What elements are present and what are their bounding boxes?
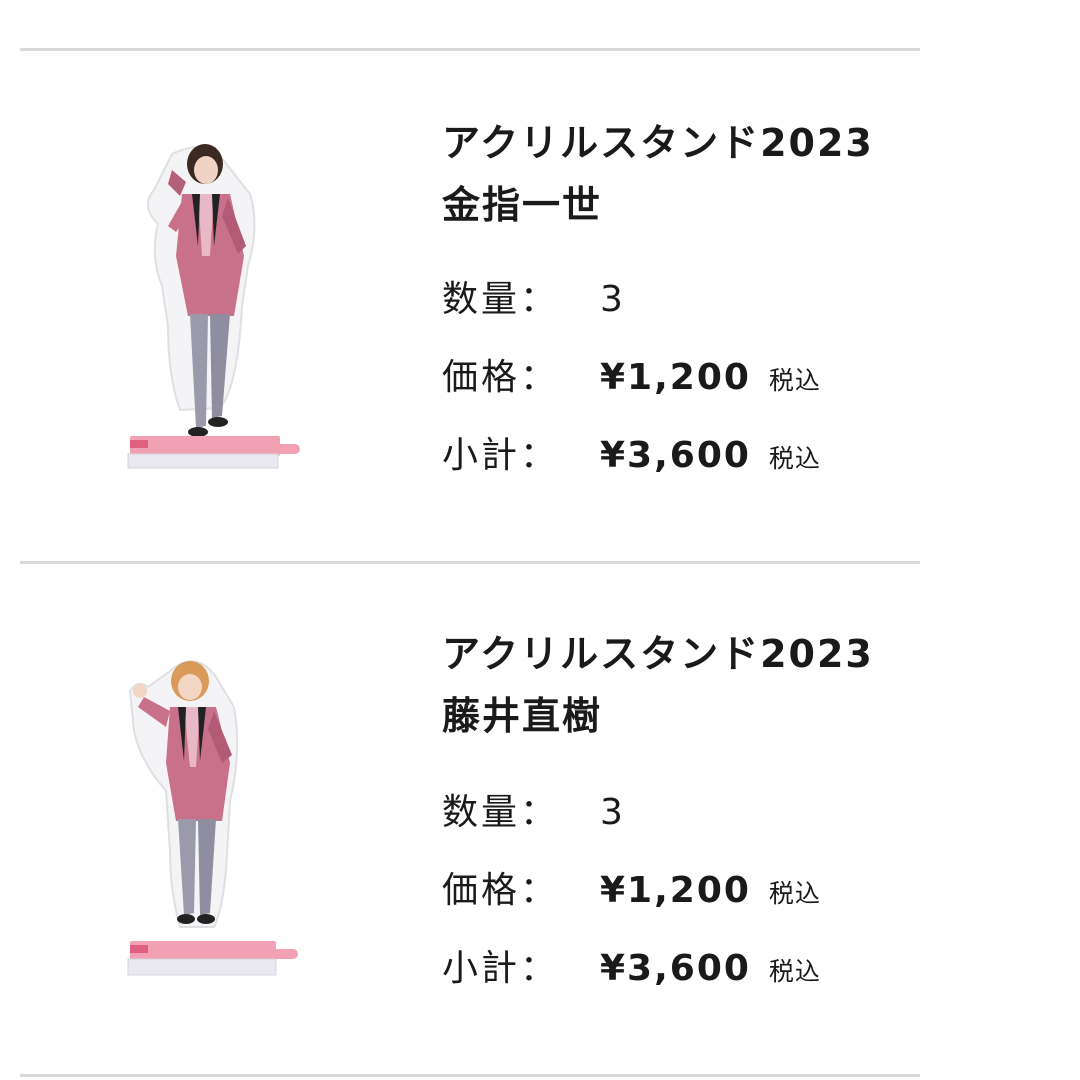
quantity-row: 数量： 3 [442, 783, 625, 843]
quantity-value: 3 [600, 279, 625, 320]
subtotal-label: 小計： [442, 435, 560, 476]
subtotal-row: 小計： ¥3,600 税込 [442, 939, 821, 999]
product-title[interactable]: アクリルスタンド2023 藤井直樹 [442, 623, 922, 747]
price-label: 価格： [442, 870, 560, 911]
product-title-line2: 金指一世 [442, 183, 603, 227]
subtotal-value: ¥3,600 [600, 435, 751, 476]
subtotal-tax-label: 税込 [768, 957, 821, 986]
acrylic-stand-figure-icon [127, 144, 300, 469]
quantity-row: 数量： 3 [442, 270, 625, 330]
product-title-line1: アクリルスタンド2023 [442, 632, 874, 676]
product-title-line2: 藤井直樹 [442, 694, 603, 738]
quantity-label: 数量： [442, 792, 560, 833]
quantity-label: 数量： [442, 279, 560, 320]
product-title[interactable]: アクリルスタンド2023 金指一世 [442, 112, 922, 236]
quantity-value: 3 [600, 792, 625, 833]
divider-middle [20, 561, 920, 564]
divider-top [20, 48, 920, 51]
product-image[interactable] [110, 136, 320, 476]
product-image[interactable] [110, 651, 320, 991]
price-row: 価格： ¥1,200 税込 [442, 861, 821, 921]
acrylic-stand-figure-icon [127, 660, 298, 976]
subtotal-value: ¥3,600 [600, 948, 751, 989]
subtotal-tax-label: 税込 [768, 444, 821, 473]
subtotal-label: 小計： [442, 948, 560, 989]
price-row: 価格： ¥1,200 税込 [442, 348, 821, 408]
divider-bottom [20, 1074, 920, 1077]
item-info: アクリルスタンド2023 金指一世 [442, 112, 922, 236]
cart-item: アクリルスタンド2023 金指一世 数量： 3 価格： ¥1,200 税込 小計… [0, 52, 1080, 564]
item-info: アクリルスタンド2023 藤井直樹 [442, 623, 922, 747]
price-value: ¥1,200 [600, 870, 751, 911]
subtotal-row: 小計： ¥3,600 税込 [442, 426, 821, 486]
price-tax-label: 税込 [768, 879, 821, 908]
price-label: 価格： [442, 357, 560, 398]
cart-item: アクリルスタンド2023 藤井直樹 数量： 3 価格： ¥1,200 税込 小計… [0, 565, 1080, 1077]
price-tax-label: 税込 [768, 366, 821, 395]
product-title-line1: アクリルスタンド2023 [442, 121, 874, 165]
price-value: ¥1,200 [600, 357, 751, 398]
